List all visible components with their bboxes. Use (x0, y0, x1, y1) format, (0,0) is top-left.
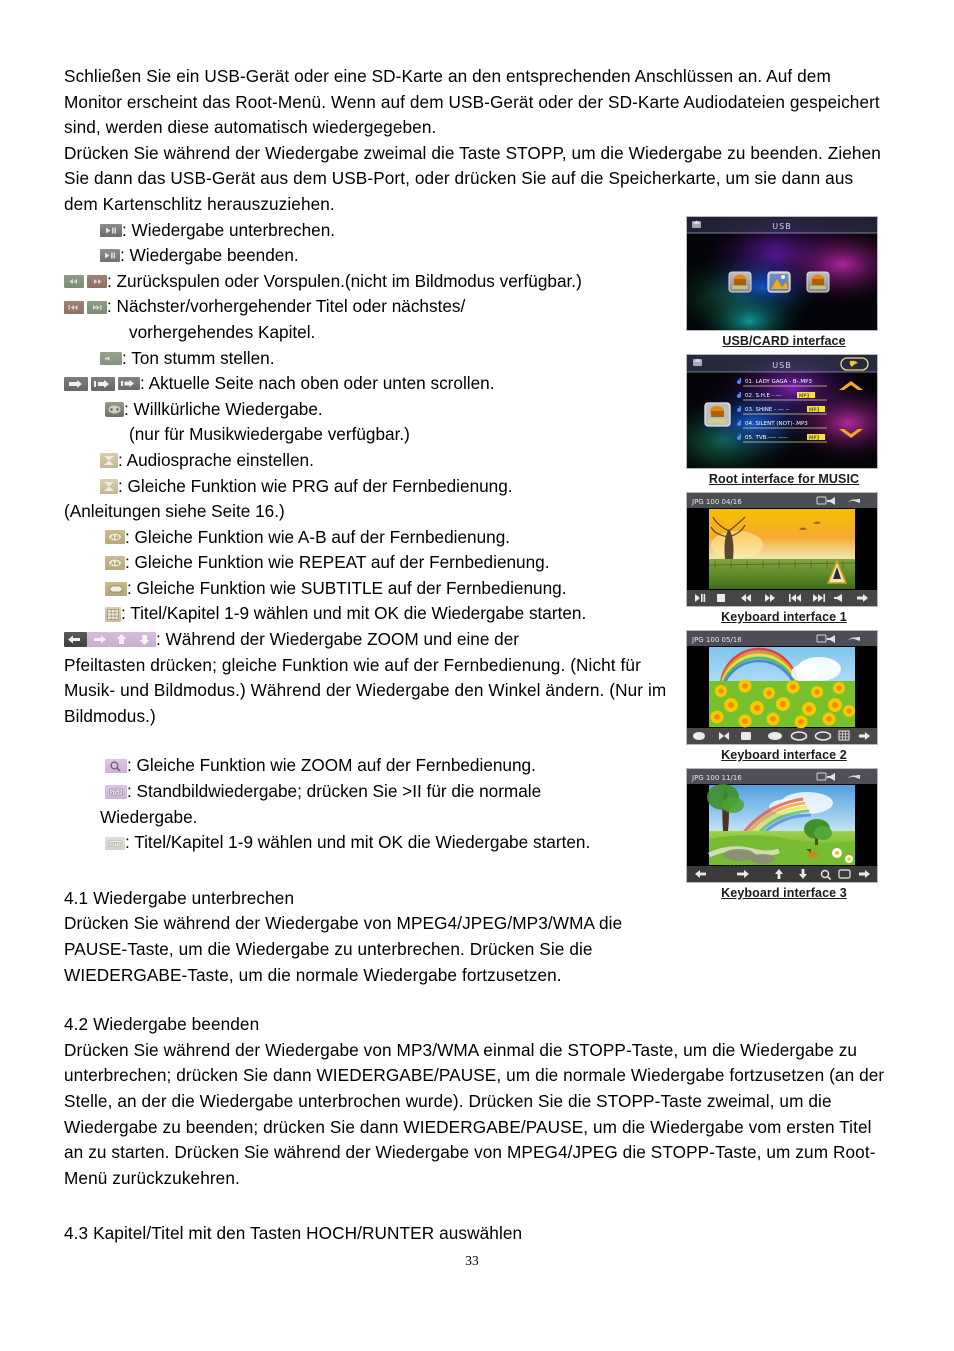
page-number-value: 33 (465, 1253, 479, 1268)
legend-text: : Titel/Kapitel 1-9 wählen und mit OK di… (121, 603, 587, 624)
legend-text: : Zurückspulen oder Vorspulen.(nicht im … (107, 270, 582, 291)
svg-text:A-B: A-B (111, 536, 119, 542)
legend-item-rewind-forward: : Zurückspulen oder Vorspulen.(nicht im … (64, 269, 684, 295)
legend-item-direction-arrows: : Während der Wiedergabe ZOOM und eine d… (64, 627, 684, 653)
mute-button-icon (100, 346, 122, 372)
legend-item-random-cont: (nur für Musikwiedergabe verfügbar.) (64, 422, 684, 448)
legend-text: : Wiedergabe unterbrechen. (122, 219, 336, 240)
goto-grid-button-icon (105, 601, 121, 627)
legend-text: : Gleiche Funktion wie SUBTITLE auf der … (127, 577, 567, 598)
legend-item-ab-repeat: A-B : Gleiche Funktion wie A-B auf der F… (64, 525, 684, 551)
random-play-button-icon (105, 397, 124, 423)
legend-text: Wiedergabe. (100, 806, 198, 827)
page-number: 33 (0, 1253, 954, 1269)
previous-next-track-buttons-icon (64, 294, 107, 320)
text-column: Schließen Sie ein USB-Gerät oder eine SD… (64, 64, 890, 1247)
legend-item-subtitle: : Gleiche Funktion wie SUBTITLE auf der … (64, 576, 684, 602)
zoom-paragraph: Pfeiltasten drücken; gleiche Funktion wi… (64, 654, 667, 726)
svg-text:GOTO: GOTO (109, 841, 123, 847)
legend-text: : Wiedergabe beenden. (120, 245, 299, 266)
section-4-2-body: Drücken Sie während der Wiedergabe von M… (64, 1039, 885, 1188)
legend-item-goto: GOTO : Titel/Kapitel 1-9 wählen und mit … (64, 830, 684, 856)
intro-paragraph-1: Schließen Sie ein USB-Gerät oder eine SD… (64, 66, 880, 138)
legend-text: : Willkürliche Wiedergabe. (124, 398, 323, 419)
svg-text:STEP: STEP (111, 790, 122, 795)
legend-item-mute: : Ton stumm stellen. (64, 346, 684, 372)
legend-text: (Anleitungen siehe Seite 16.) (64, 501, 285, 522)
section-4-1-body: Drücken Sie während der Wiedergabe von M… (64, 913, 623, 985)
stop-button-icon (100, 243, 120, 269)
legend-item-pause: : Wiedergabe unterbrechen. (64, 218, 684, 244)
legend-text: : Ton stumm stellen. (122, 347, 275, 368)
intro-paragraph-2: Drücken Sie während der Wiedergabe zweim… (64, 142, 881, 214)
button-legend-list-2: : Gleiche Funktion wie ZOOM auf der Fern… (64, 753, 684, 855)
legend-item-program-note: (Anleitungen siehe Seite 16.) (64, 499, 684, 525)
legend-item-goto-grid: : Titel/Kapitel 1-9 wählen und mit OK di… (64, 601, 684, 627)
legend-item-step: STEP : Standbildwiedergabe; drücken Sie … (64, 779, 684, 805)
legend-text: vorhergehendes Kapitel. (129, 321, 316, 342)
legend-text: : Aktuelle Seite nach oben oder unten sc… (140, 373, 495, 394)
document-page: USB USB/CARD interface USB 01. LADY GAGA… (0, 0, 954, 1351)
ab-repeat-button-icon: A-B (105, 525, 125, 551)
legend-text: : Standbildwiedergabe; drücken Sie >II f… (127, 781, 542, 802)
legend-item-prev-next-cont: vorhergehendes Kapitel. (64, 320, 684, 346)
legend-text: : Gleiche Funktion wie ZOOM auf der Fern… (127, 755, 536, 776)
section-4-3-heading: 4.3 Kapitel/Titel mit den Tasten HOCH/RU… (64, 1223, 523, 1244)
svg-text:A-B: A-B (111, 561, 119, 567)
repeat-button-icon: A-B (105, 550, 125, 576)
program-button-icon (100, 474, 118, 500)
legend-text: : Gleiche Funktion wie PRG auf der Fernb… (118, 475, 513, 496)
rewind-fastforward-buttons-icon (64, 269, 107, 295)
audio-language-button-icon (100, 448, 118, 474)
step-button-icon: STEP (105, 779, 127, 805)
legend-item-audio-language: : Audiosprache einstellen. (64, 448, 684, 474)
legend-item-repeat: A-B : Gleiche Funktion wie REPEAT auf de… (64, 550, 684, 576)
legend-item-zoom: : Gleiche Funktion wie ZOOM auf der Fern… (64, 753, 684, 779)
legend-text: : Nächster/vorhergehender Titel oder näc… (107, 296, 466, 317)
legend-item-step-cont: Wiedergabe. (64, 805, 684, 831)
legend-item-program: : Gleiche Funktion wie PRG auf der Fernb… (64, 474, 684, 500)
legend-item-random: : Willkürliche Wiedergabe. (64, 397, 684, 423)
legend-text: : Titel/Kapitel 1-9 wählen und mit OK di… (125, 832, 591, 853)
play-pause-button-icon (100, 218, 122, 244)
legend-item-page-scroll: : Aktuelle Seite nach oben oder unten sc… (64, 371, 684, 397)
section-4-1-heading: 4.1 Wiedergabe unterbrechen (64, 887, 295, 908)
direction-arrow-buttons-icon (64, 627, 156, 653)
legend-text: : Gleiche Funktion wie A-B auf der Fernb… (125, 526, 511, 547)
goto-button-icon: GOTO (105, 830, 125, 856)
legend-item-stop: : Wiedergabe beenden. (64, 243, 684, 269)
zoom-button-icon (105, 753, 127, 779)
legend-text: (nur für Musikwiedergabe verfügbar.) (129, 424, 410, 445)
subtitle-button-icon (105, 576, 127, 602)
section-4-2-heading: 4.2 Wiedergabe beenden (64, 1014, 260, 1035)
legend-item-prev-next: : Nächster/vorhergehender Titel oder näc… (64, 294, 684, 320)
legend-text: : Während der Wiedergabe ZOOM und eine d… (156, 629, 520, 650)
legend-text: : Audiosprache einstellen. (118, 449, 314, 470)
legend-text: : Gleiche Funktion wie REPEAT auf der Fe… (125, 552, 550, 573)
page-scroll-buttons-icon (64, 371, 140, 397)
button-legend-list: : Wiedergabe unterbrechen. : Wiedergabe … (64, 218, 684, 653)
